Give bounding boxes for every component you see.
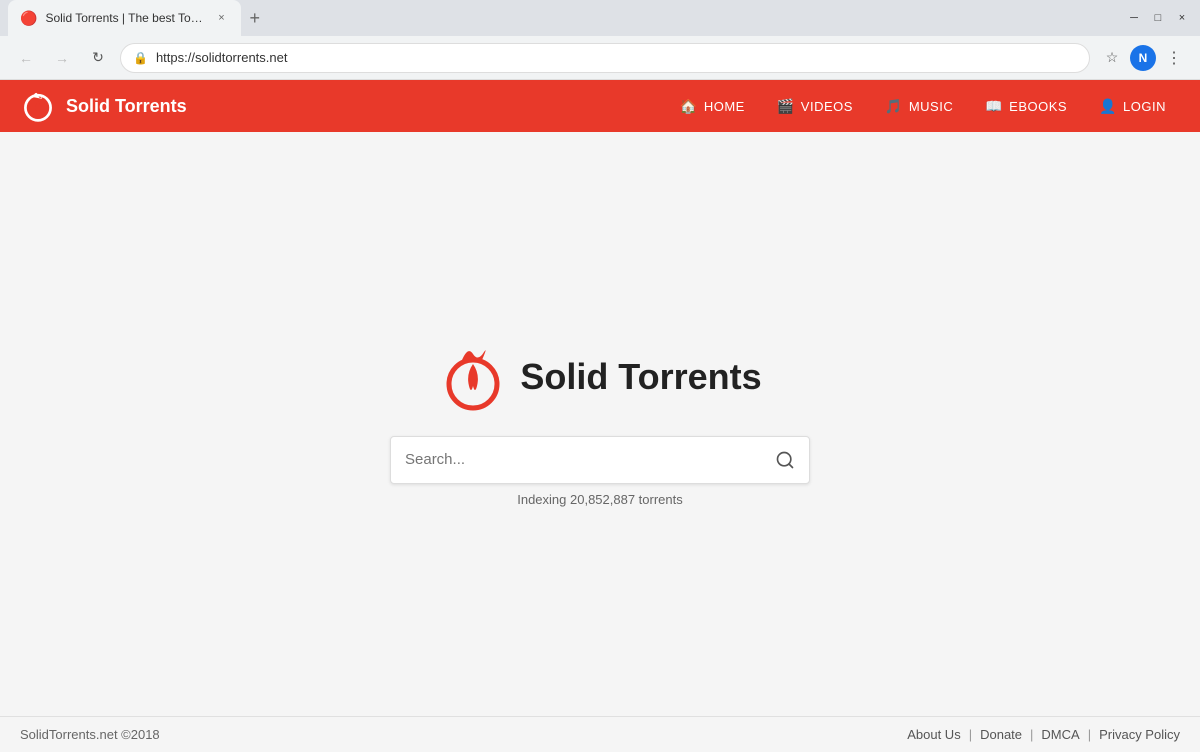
ebook-icon: 📖	[985, 98, 1003, 115]
indexing-text: Indexing 20,852,887 torrents	[390, 492, 810, 507]
site-footer: SolidTorrents.net ©2018 About Us | Donat…	[0, 716, 1200, 752]
window-controls: ─ □ ×	[1124, 8, 1192, 28]
home-icon: 🏠	[680, 98, 698, 115]
footer-copyright: SolidTorrents.net ©2018	[20, 727, 907, 742]
search-button[interactable]	[775, 450, 795, 470]
bookmark-button[interactable]: ☆	[1098, 44, 1126, 72]
maximize-button[interactable]: □	[1148, 8, 1168, 28]
nav-ebooks[interactable]: 📖 EBOOKS	[971, 90, 1081, 123]
address-actions: ☆ N ⋮	[1098, 44, 1188, 72]
title-bar: 🔴 Solid Torrents | The best Torrent... ×…	[0, 0, 1200, 36]
footer-sep-1: |	[969, 727, 972, 742]
center-logo: Solid Torrents	[438, 342, 761, 412]
search-input[interactable]	[405, 451, 775, 468]
search-box-wrap: Indexing 20,852,887 torrents	[390, 436, 810, 507]
nav-videos-label: VIDEOS	[801, 99, 853, 114]
tab-close-button[interactable]: ×	[213, 10, 229, 26]
nav-login-label: LOGIN	[1123, 99, 1166, 114]
search-icon	[775, 450, 795, 470]
footer-links: About Us | Donate | DMCA | Privacy Polic…	[907, 727, 1180, 742]
nav-videos[interactable]: 🎬 VIDEOS	[763, 90, 867, 123]
forward-button[interactable]: →	[48, 44, 76, 72]
tab-title: Solid Torrents | The best Torrent...	[45, 11, 205, 25]
footer-donate-link[interactable]: Donate	[980, 727, 1022, 742]
nav-music[interactable]: 🎵 MUSIC	[871, 90, 967, 123]
url-bar[interactable]: 🔒 https://solidtorrents.net	[120, 43, 1090, 73]
search-box	[390, 436, 810, 484]
back-button[interactable]: ←	[12, 44, 40, 72]
url-text: https://solidtorrents.net	[156, 50, 1077, 65]
music-icon: 🎵	[885, 98, 903, 115]
nav-home[interactable]: 🏠 HOME	[666, 90, 759, 123]
logo-icon	[20, 88, 56, 124]
site-main: Solid Torrents Indexing 20,852,887 torre…	[0, 132, 1200, 716]
active-tab[interactable]: 🔴 Solid Torrents | The best Torrent... ×	[8, 0, 241, 36]
video-icon: 🎬	[777, 98, 795, 115]
footer-sep-3: |	[1088, 727, 1091, 742]
footer-privacy-link[interactable]: Privacy Policy	[1099, 727, 1180, 742]
center-logo-icon	[438, 342, 508, 412]
reload-button[interactable]: ↻	[84, 44, 112, 72]
footer-about-link[interactable]: About Us	[907, 727, 960, 742]
tab-favicon: 🔴	[20, 10, 37, 27]
footer-sep-2: |	[1030, 727, 1033, 742]
user-icon: 👤	[1099, 98, 1117, 115]
lock-icon: 🔒	[133, 51, 148, 65]
website: Solid Torrents 🏠 HOME 🎬 VIDEOS 🎵 MUSIC 📖	[0, 80, 1200, 752]
site-logo-area: Solid Torrents	[20, 88, 666, 124]
site-logo-text: Solid Torrents	[66, 96, 187, 117]
site-header: Solid Torrents 🏠 HOME 🎬 VIDEOS 🎵 MUSIC 📖	[0, 80, 1200, 132]
nav-music-label: MUSIC	[909, 99, 953, 114]
nav-home-label: HOME	[704, 99, 745, 114]
tab-area: 🔴 Solid Torrents | The best Torrent... ×…	[8, 0, 1120, 36]
profile-button[interactable]: N	[1130, 45, 1156, 71]
footer-dmca-link[interactable]: DMCA	[1041, 727, 1079, 742]
minimize-button[interactable]: ─	[1124, 8, 1144, 28]
address-bar: ← → ↻ 🔒 https://solidtorrents.net ☆ N ⋮	[0, 36, 1200, 80]
center-logo-text: Solid Torrents	[520, 356, 761, 398]
browser-menu-button[interactable]: ⋮	[1160, 44, 1188, 72]
nav-login[interactable]: 👤 LOGIN	[1085, 90, 1180, 123]
site-nav: 🏠 HOME 🎬 VIDEOS 🎵 MUSIC 📖 EBOOKS 👤	[666, 90, 1180, 123]
nav-ebooks-label: EBOOKS	[1009, 99, 1067, 114]
new-tab-button[interactable]: +	[241, 0, 268, 36]
close-button[interactable]: ×	[1172, 8, 1192, 28]
browser-frame: 🔴 Solid Torrents | The best Torrent... ×…	[0, 0, 1200, 752]
